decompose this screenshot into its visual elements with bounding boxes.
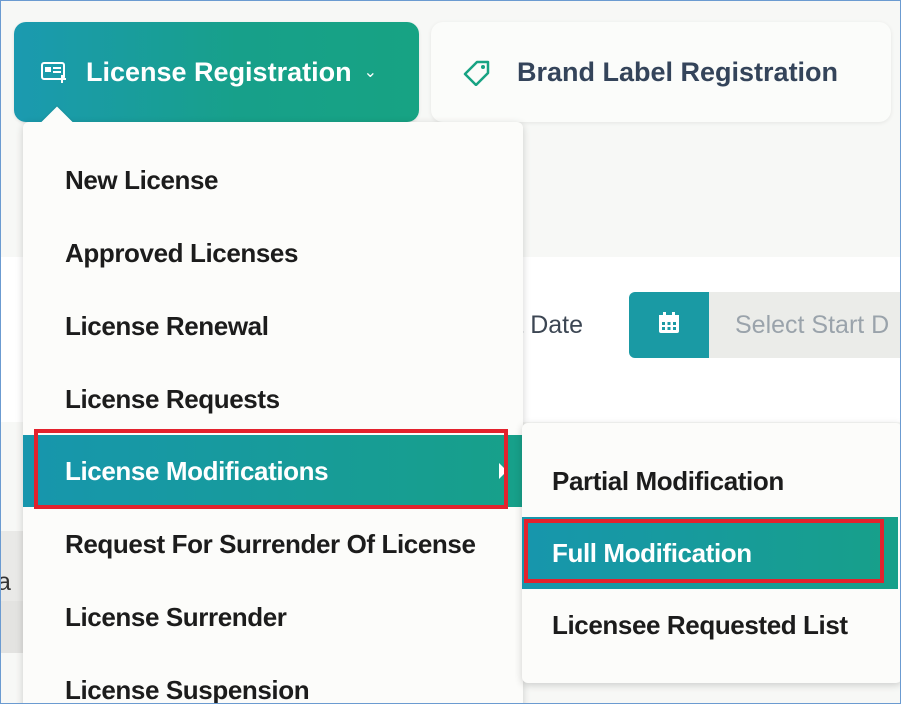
license-registration-menu: New License Approved Licenses License Re… xyxy=(23,122,523,704)
background-text-fragment: a xyxy=(1,568,11,597)
menu-item-label: License Modifications xyxy=(65,455,329,486)
menu-item-label: Approved Licenses xyxy=(65,237,299,268)
tab-license-registration-label: License Registration xyxy=(86,56,352,87)
tab-license-registration[interactable]: License Registration ⌄ xyxy=(14,22,419,122)
menu-item-label: License Renewal xyxy=(65,310,269,341)
start-date-input[interactable]: Select Start D xyxy=(709,292,900,358)
tab-brand-label-registration-label: Brand Label Registration xyxy=(517,56,839,87)
menu-item-new-license[interactable]: New License xyxy=(23,144,523,216)
id-card-icon xyxy=(40,60,68,84)
calendar-button[interactable] xyxy=(629,292,709,358)
menu-item-label: License Requests xyxy=(65,383,280,414)
calendar-icon xyxy=(656,310,682,341)
menu-item-label: License Suspension xyxy=(65,674,310,704)
license-modifications-submenu: Partial Modification Full Modification L… xyxy=(522,423,900,683)
menu-item-license-renewal[interactable]: License Renewal xyxy=(23,290,523,362)
submenu-item-partial-modification[interactable]: Partial Modification xyxy=(522,445,898,517)
menu-item-license-suspension[interactable]: License Suspension xyxy=(23,654,523,704)
start-date-placeholder: Select Start D xyxy=(735,310,890,339)
menu-item-label: New License xyxy=(65,164,219,195)
submenu-item-label: Full Modification xyxy=(552,537,752,568)
chevron-right-icon xyxy=(499,463,507,479)
tag-icon xyxy=(461,58,493,87)
menu-item-label: Request For Surrender Of License xyxy=(65,528,476,559)
submenu-item-licensee-requested-list[interactable]: Licensee Requested List xyxy=(522,589,898,661)
submenu-item-full-modification[interactable]: Full Modification xyxy=(522,517,898,589)
menu-item-approved-licenses[interactable]: Approved Licenses xyxy=(23,217,523,289)
submenu-item-label: Partial Modification xyxy=(552,465,784,496)
submenu-item-label: Licensee Requested List xyxy=(552,609,848,640)
menu-item-label: License Surrender xyxy=(65,601,287,632)
app-frame: License Registration ⌄ Brand Label Regis… xyxy=(0,0,901,704)
chevron-down-icon: ⌄ xyxy=(363,64,377,81)
tab-brand-label-registration[interactable]: Brand Label Registration xyxy=(431,22,891,122)
menu-item-license-surrender[interactable]: License Surrender xyxy=(23,581,523,653)
menu-item-request-for-surrender[interactable]: Request For Surrender Of License xyxy=(23,508,523,580)
menu-item-license-requests[interactable]: License Requests xyxy=(23,363,523,435)
menu-item-license-modifications[interactable]: License Modifications xyxy=(23,435,523,507)
